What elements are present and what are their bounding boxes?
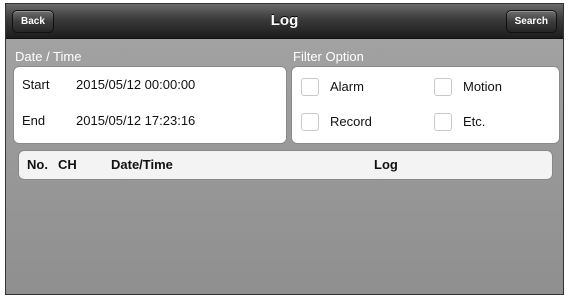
end-label: End <box>22 113 46 128</box>
motion-option-label[interactable]: Motion <box>463 79 502 94</box>
start-datetime-value[interactable]: 2015/05/12 00:00:00 <box>76 77 195 92</box>
page-title: Log <box>270 12 299 29</box>
filter-panel: Alarm Motion Record Etc. <box>291 66 560 144</box>
log-table-header: No. CH Date/Time Log <box>18 150 553 180</box>
column-header-datetime: Date/Time <box>111 157 173 172</box>
etc-checkbox[interactable] <box>434 113 452 131</box>
navigation-bar: Log Back Search <box>6 4 563 39</box>
etc-option-label[interactable]: Etc. <box>463 114 485 129</box>
motion-checkbox[interactable] <box>434 78 452 96</box>
column-header-no: No. <box>27 157 48 172</box>
start-label: Start <box>22 77 50 92</box>
back-button[interactable]: Back <box>12 10 54 33</box>
search-button[interactable]: Search <box>505 10 557 33</box>
column-header-ch: CH <box>58 157 77 172</box>
device-frame: Log Back Search Date / Time Start 2015/0… <box>0 0 566 298</box>
alarm-option-label[interactable]: Alarm <box>330 79 364 94</box>
datetime-panel: Start 2015/05/12 00:00:00 End 2015/05/12… <box>13 66 287 144</box>
filter-section-label: Filter Option <box>293 49 364 64</box>
record-checkbox[interactable] <box>301 113 319 131</box>
column-header-log: Log <box>374 157 398 172</box>
log-list-area[interactable] <box>18 180 551 292</box>
datetime-section-label: Date / Time <box>15 49 82 64</box>
log-screen: Log Back Search Date / Time Start 2015/0… <box>5 3 564 295</box>
alarm-checkbox[interactable] <box>301 78 319 96</box>
record-option-label[interactable]: Record <box>330 114 372 129</box>
end-datetime-value[interactable]: 2015/05/12 17:23:16 <box>76 113 195 128</box>
